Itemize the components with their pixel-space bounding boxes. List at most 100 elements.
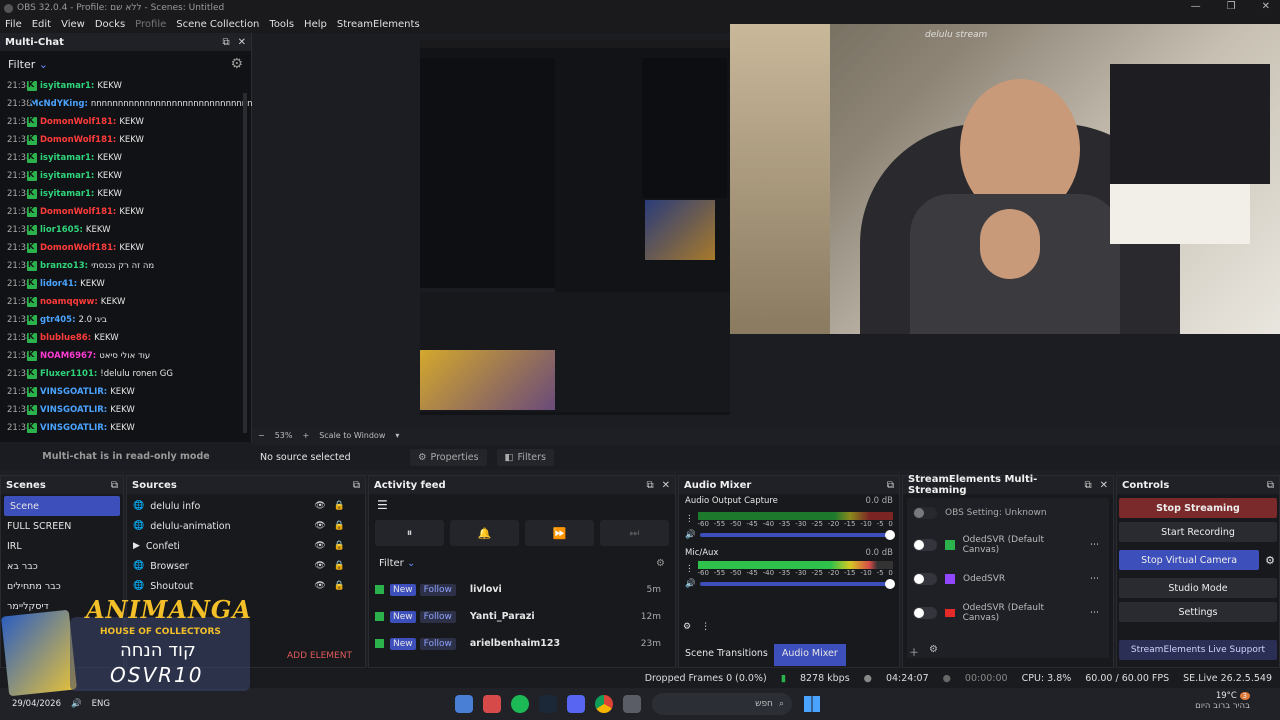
gear-icon[interactable]: ⚙ [1261, 554, 1279, 567]
add-element-button[interactable]: ADD ELEMENT [287, 651, 352, 661]
spotify-icon[interactable] [511, 695, 529, 713]
app-icon[interactable] [455, 695, 473, 713]
taskview-icon[interactable] [623, 695, 641, 713]
chat-user[interactable]: noamqqww: [40, 297, 98, 307]
filters-button[interactable]: ◧ Filters [496, 449, 555, 466]
menu-docks[interactable]: Docks [90, 19, 130, 30]
chat-user[interactable]: isyitamar1: [40, 81, 94, 91]
more-icon[interactable]: ⋯ [1090, 540, 1099, 550]
lock-icon[interactable]: 🔒 [334, 501, 345, 511]
chevron-down-icon[interactable]: ▾ [395, 431, 399, 440]
weather-widget[interactable]: 19°C 3 בהיר ברוב היום [1195, 691, 1250, 711]
float-icon[interactable]: ⧉ [222, 37, 229, 48]
eye-icon[interactable]: 👁 [314, 581, 325, 591]
lock-icon[interactable]: 🔒 [334, 541, 345, 551]
steam-icon[interactable] [539, 695, 557, 713]
menu-streamelements[interactable]: StreamElements [332, 19, 425, 30]
zoom-out-icon[interactable]: − [258, 431, 265, 440]
source-item[interactable]: 🌐 delulu-animation 👁 🔒 [127, 516, 365, 536]
menu-icon[interactable]: ☰ [369, 494, 675, 516]
source-item[interactable]: 🌐 delulu info 👁 🔒 [127, 496, 365, 516]
chat-user[interactable]: VINSGOATLIR: [40, 405, 107, 415]
app-icon[interactable] [483, 695, 501, 713]
chat-user[interactable]: lior1605: [40, 225, 83, 235]
volume-icon[interactable]: 🔊 [71, 699, 82, 709]
lock-icon[interactable]: 🔒 [334, 581, 345, 591]
chat-user[interactable]: VINSGOATLIR: [40, 423, 107, 433]
menu-tools[interactable]: Tools [264, 19, 299, 30]
scene-item[interactable]: כבר בא [1, 556, 123, 576]
float-icon[interactable]: ⧉ [887, 480, 894, 491]
pause-button[interactable]: ⏸ [375, 520, 444, 546]
more-icon[interactable]: ⋮ [701, 622, 710, 632]
tab-audio-mixer[interactable]: Audio Mixer [773, 644, 846, 666]
activity-row[interactable]: New Follow Yanti_Parazi 12m [369, 603, 675, 630]
more-icon[interactable]: ⋮ [685, 564, 694, 574]
windows-start-icon[interactable] [804, 696, 820, 712]
toggle[interactable] [913, 539, 937, 551]
menu-scene-collection[interactable]: Scene Collection [171, 19, 264, 30]
chat-user[interactable]: gtr405: [40, 315, 75, 325]
volume-slider[interactable] [699, 530, 895, 540]
add-icon[interactable]: ＋ [909, 644, 919, 659]
scene-item[interactable]: כבר מתחילים [1, 576, 123, 596]
eye-icon[interactable]: 👁 [314, 541, 325, 551]
stop-streaming-button[interactable]: Stop Streaming [1119, 498, 1277, 518]
eye-icon[interactable]: 👁 [314, 561, 325, 571]
se-live-support-button[interactable]: StreamElements Live Support [1119, 640, 1277, 660]
menu-help[interactable]: Help [299, 19, 332, 30]
chat-user[interactable]: isyitamar1: [40, 153, 94, 163]
chat-scrollbar[interactable] [243, 93, 247, 433]
chat-user[interactable]: Fluxer1101: [40, 369, 97, 379]
menu-profile[interactable]: Profile [130, 19, 171, 30]
scene-item[interactable]: FULL SCREEN [1, 516, 123, 536]
gear-icon[interactable]: ⚙ [230, 56, 243, 72]
menu-file[interactable]: File [0, 19, 27, 30]
lang-indicator[interactable]: ENG [92, 699, 110, 709]
settings-button[interactable]: Settings [1119, 602, 1277, 622]
chat-user[interactable]: DomonWolf181: [40, 243, 116, 253]
volume-slider[interactable] [699, 579, 895, 589]
start-recording-button[interactable]: Start Recording [1119, 522, 1277, 542]
tab-scene-transitions[interactable]: Scene Transitions [679, 644, 774, 666]
lock-icon[interactable]: 🔒 [334, 561, 345, 571]
scene-item[interactable]: IRL [1, 536, 123, 556]
activity-row[interactable]: New Follow livlovi 5m [369, 576, 675, 603]
taskbar-search[interactable]: חפש ⌕ [652, 693, 792, 715]
more-icon[interactable]: ⋮ [685, 514, 694, 524]
menu-view[interactable]: View [56, 19, 90, 30]
menu-edit[interactable]: Edit [27, 19, 56, 30]
chrome-icon[interactable] [595, 695, 613, 713]
scale-mode-label[interactable]: Scale to Window [319, 431, 385, 440]
toggle[interactable] [913, 507, 937, 519]
toggle[interactable] [913, 573, 937, 585]
source-item[interactable]: 🌐 Browser 👁 🔒 [127, 556, 365, 576]
eye-icon[interactable]: 👁 [314, 501, 325, 511]
discord-icon[interactable] [567, 695, 585, 713]
stop-virtual-camera-button[interactable]: Stop Virtual Camera [1119, 550, 1260, 570]
studio-mode-button[interactable]: Studio Mode [1119, 578, 1277, 598]
chat-user[interactable]: DomonWolf181: [40, 135, 116, 145]
source-item[interactable]: 🌐 Shoutout 👁 🔒 [127, 576, 365, 596]
toggle[interactable] [913, 607, 937, 619]
minimize-icon[interactable]: — [1191, 1, 1201, 12]
scene-item[interactable]: Scene [4, 496, 120, 516]
speaker-icon[interactable]: 🔊 [685, 530, 696, 540]
zoom-in-icon[interactable]: + [302, 431, 309, 440]
source-item[interactable]: ▶ Confeti 👁 🔒 [127, 536, 365, 556]
chat-user[interactable]: VINSGOATLIR: [40, 387, 107, 397]
eye-icon[interactable]: 👁 [314, 521, 325, 531]
chat-user[interactable]: DomonWolf181: [40, 117, 116, 127]
float-icon[interactable]: ⧉ [646, 480, 653, 491]
gear-icon[interactable]: ⚙ [683, 622, 691, 632]
gear-icon[interactable]: ⚙ [929, 644, 938, 659]
chat-user[interactable]: DomonWolf181: [40, 207, 116, 217]
chat-user[interactable]: branzo13: [40, 261, 88, 271]
chat-user[interactable]: blublue86: [40, 333, 91, 343]
filter-dropdown[interactable]: Filter ⌄ [8, 58, 48, 71]
properties-button[interactable]: ⚙ Properties [410, 449, 487, 466]
speaker-icon[interactable]: 🔊 [685, 579, 696, 589]
bell-icon[interactable]: 🔔 [450, 520, 519, 546]
chat-user[interactable]: isyitamar1: [40, 189, 94, 199]
more-icon[interactable]: ⋯ [1090, 574, 1099, 584]
